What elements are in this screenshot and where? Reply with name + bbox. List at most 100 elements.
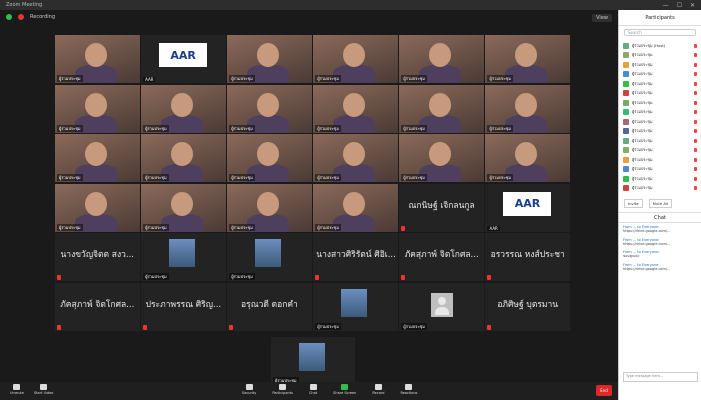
chat-input[interactable]: Type message here... — [623, 372, 698, 382]
security-shield-icon[interactable] — [6, 14, 12, 20]
chat-button[interactable]: Chat — [309, 384, 317, 395]
invite-button[interactable]: Invite — [624, 199, 643, 208]
video-tile[interactable]: ผู้ร่วมประชุม — [227, 233, 312, 282]
participant-face — [343, 142, 366, 167]
video-tile[interactable]: ผู้ร่วมประชุม — [141, 134, 226, 183]
muted-mic-icon — [694, 62, 697, 67]
participants-icon — [279, 384, 287, 390]
participant-row[interactable]: ผู้ร่วมประชุม — [623, 127, 697, 137]
minimize-icon[interactable]: — — [663, 2, 669, 9]
view-button[interactable]: View — [592, 14, 612, 22]
chat-text[interactable]: https://drive.google.com/... — [623, 229, 697, 234]
participant-row[interactable]: ผู้ร่วมประชุม — [623, 60, 697, 70]
video-tile[interactable]: ผู้ร่วมประชุม — [313, 84, 398, 133]
participant-label: ผู้ร่วมประชุม — [143, 124, 169, 132]
video-tile[interactable]: อรุณวดี ดอกคำ — [227, 282, 312, 331]
video-tile[interactable]: ผู้ร่วมประชุม — [141, 233, 226, 282]
video-tile[interactable]: ผู้ร่วมประชุม — [313, 134, 398, 183]
video-tile[interactable]: ผู้ร่วมประชุม — [55, 134, 140, 183]
participant-row[interactable]: ผู้ร่วมประชุม — [623, 98, 697, 108]
participant-face — [515, 142, 538, 167]
video-tile[interactable]: ผู้ร่วมประชุม — [271, 337, 355, 385]
video-tile[interactable]: ประภาพรรณ ศิริญ... — [141, 282, 226, 331]
video-tile[interactable]: อภิศิษฐ์ บุตรมาน — [485, 282, 570, 331]
video-tile[interactable]: ภัคสุภาพ์ จิตโกศล... — [399, 233, 484, 282]
start-video-button[interactable]: Start Video — [34, 384, 53, 395]
end-meeting-button[interactable]: End — [596, 385, 612, 396]
participant-label: ผู้ร่วมประชุม — [229, 223, 255, 231]
video-tile[interactable]: ผู้ร่วมประชุม — [399, 134, 484, 183]
participant-face — [515, 43, 538, 67]
muted-mic-icon — [694, 72, 697, 77]
participant-name: ผู้ร่วมประชุม — [632, 52, 653, 58]
participant-label: ผู้ร่วมประชุม — [315, 223, 341, 231]
participant-row[interactable]: ผู้ร่วมประชุม — [623, 51, 697, 61]
participants-button[interactable]: Participants — [272, 384, 293, 395]
participant-row[interactable]: ผู้ร่วมประชุม — [623, 117, 697, 127]
chat-text[interactable]: https://drive.google.com/... — [623, 267, 697, 272]
participant-name: ผู้ร่วมประชุม — [632, 99, 653, 105]
video-tile[interactable]: ผู้ร่วมประชุม — [313, 35, 398, 83]
chat-header: Chat — [619, 212, 701, 223]
participant-name: ผู้ร่วมประชุม — [632, 137, 653, 143]
record-button[interactable]: Record — [372, 384, 384, 395]
video-tile[interactable]: นางสาวศิริรัตน์ ศิอิเ... — [313, 233, 398, 282]
video-tile[interactable]: ผู้ร่วมประชุม — [485, 84, 570, 133]
chat-text[interactable]: https://drive.google.com/... — [623, 242, 697, 247]
video-tile[interactable]: ผู้ร่วมประชุม — [313, 282, 398, 331]
video-tile[interactable]: ผู้ร่วมประชุม — [399, 84, 484, 133]
reactions-button[interactable]: Reactions — [400, 384, 418, 395]
muted-mic-icon — [229, 324, 234, 330]
security-button[interactable]: Security — [242, 384, 256, 395]
maximize-icon[interactable]: ☐ — [677, 2, 682, 9]
video-tile[interactable]: ผู้ร่วมประชุม — [227, 35, 312, 83]
close-icon[interactable]: ✕ — [690, 2, 695, 9]
participant-search-input[interactable]: Search — [624, 29, 696, 36]
video-tile[interactable]: ผู้ร่วมประชุม — [227, 183, 312, 232]
participant-row[interactable]: ผู้ร่วมประชุม — [623, 165, 697, 175]
participant-row[interactable]: ผู้ร่วมประชุม — [623, 146, 697, 156]
video-tile[interactable]: ณกนิษฐ์ เจิกลนกูล — [399, 183, 484, 232]
participant-row[interactable]: ผู้ร่วมประชุม — [623, 79, 697, 89]
video-tile[interactable]: นางขวัญจิตต สงว... — [55, 233, 140, 282]
video-tile[interactable]: ภัคสุภาพ์ จิตโกศล... — [55, 282, 140, 331]
video-tile[interactable]: อรวรรณ หงส์ประชา — [485, 233, 570, 282]
video-tile[interactable]: ผู้ร่วมประชุม — [55, 84, 140, 133]
participant-row[interactable]: ผู้ร่วมประชุม — [623, 108, 697, 118]
video-tile[interactable]: ผู้ร่วมประชุม — [227, 134, 312, 183]
video-tile[interactable]: ผู้ร่วมประชุม — [485, 134, 570, 183]
share-screen-button[interactable]: Share Screen — [333, 384, 356, 395]
video-tile[interactable]: ผู้ร่วมประชุม — [399, 35, 484, 83]
chat-text[interactable]: ขอบคุณค่ะ — [623, 254, 697, 259]
muted-mic-icon — [315, 275, 320, 281]
participant-row[interactable]: ผู้ร่วมประชุม — [623, 155, 697, 165]
participant-name: นางสาวศิริรัตน์ ศิอิเ... — [316, 250, 396, 261]
participant-row[interactable]: ผู้ร่วมประชุม — [623, 174, 697, 184]
participant-row[interactable]: ผู้ร่วมประชุม — [623, 184, 697, 194]
participant-name: ผู้ร่วมประชุม (Host) — [632, 42, 666, 48]
video-tile[interactable]: AAR AAR — [485, 183, 570, 232]
participant-face — [429, 43, 452, 67]
participant-row[interactable]: ผู้ร่วมประชุม — [623, 89, 697, 99]
video-tile[interactable]: ผู้ร่วมประชุม — [227, 84, 312, 133]
participant-label: ผู้ร่วมประชุม — [229, 273, 255, 281]
participant-row[interactable]: ผู้ร่วมประชุม — [623, 70, 697, 80]
video-tile[interactable]: AAR AAR — [141, 35, 226, 83]
avatar — [623, 42, 629, 49]
video-tile[interactable]: ผู้ร่วมประชุม — [399, 282, 484, 331]
avatar — [623, 80, 629, 87]
participant-name: ผู้ร่วมประชุม — [632, 90, 653, 96]
video-tile[interactable]: ผู้ร่วมประชุม — [55, 35, 140, 83]
video-tile[interactable]: ผู้ร่วมประชุม — [313, 183, 398, 232]
participant-row[interactable]: ผู้ร่วมประชุม (Host) — [623, 41, 697, 51]
participant-row[interactable]: ผู้ร่วมประชุม — [623, 136, 697, 146]
reactions-label: Reactions — [400, 391, 418, 395]
participant-photo — [299, 343, 325, 371]
participant-label: AAR — [143, 77, 156, 82]
mute-all-button[interactable]: Mute All — [648, 199, 673, 208]
video-tile[interactable]: ผู้ร่วมประชุม — [141, 84, 226, 133]
video-tile[interactable]: ผู้ร่วมประชุม — [141, 183, 226, 232]
video-tile[interactable]: ผู้ร่วมประชุม — [485, 35, 570, 83]
unmute-button[interactable]: Unmute — [10, 384, 24, 395]
video-tile[interactable]: ผู้ร่วมประชุม — [55, 183, 140, 232]
